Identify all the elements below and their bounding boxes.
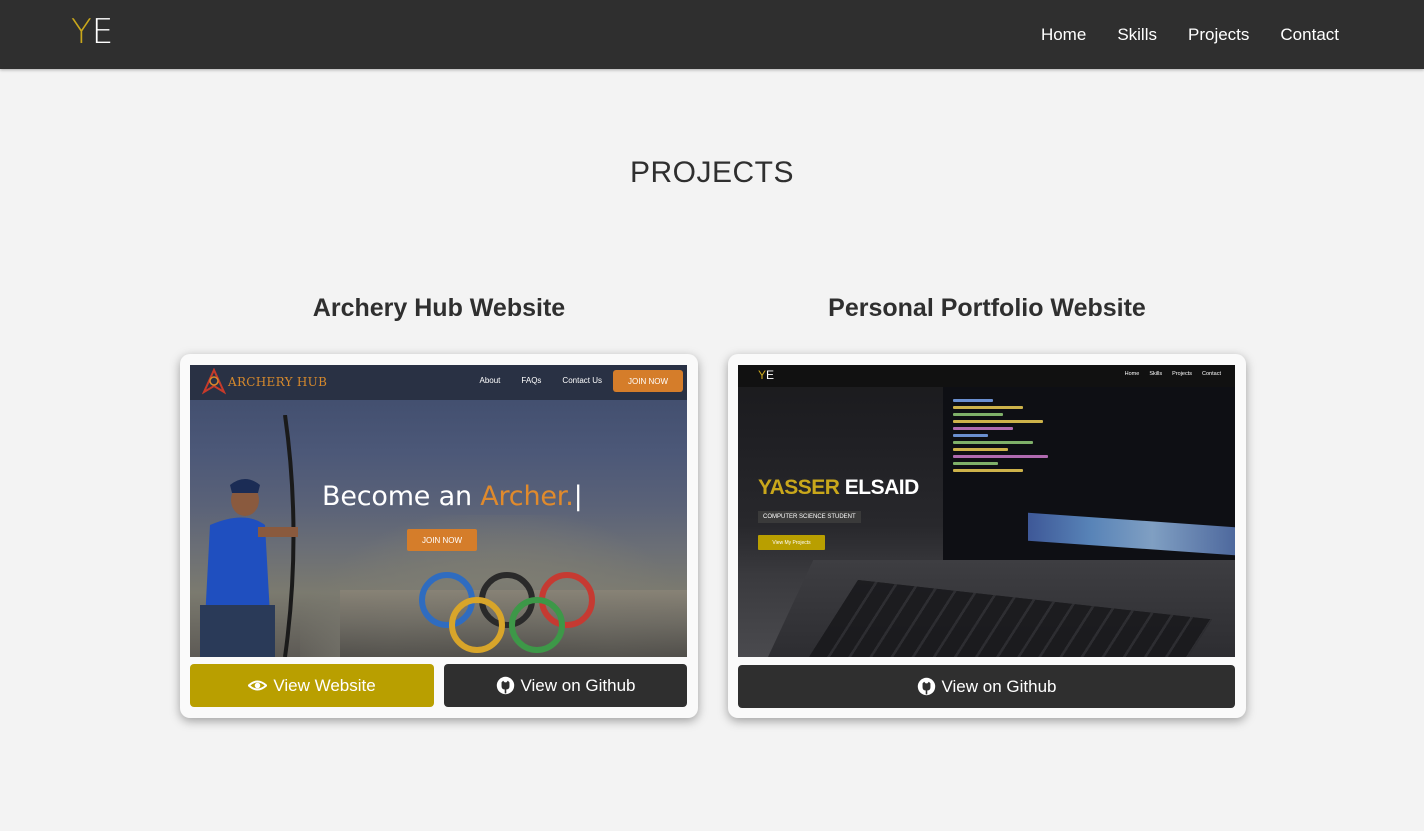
nav-projects[interactable]: Projects (1188, 25, 1249, 45)
archery-nav-faqs: FAQs (521, 376, 542, 385)
portfolio-github-button[interactable]: View on Github (738, 665, 1235, 708)
project-card-archery: ARCHERY HUB About FAQs Contact Us JOIN N… (180, 354, 698, 718)
archery-join-top: JOIN NOW (613, 370, 683, 392)
portfolio-preview-subtitle: COMPUTER SCIENCE STUDENT (758, 511, 861, 523)
project-card-portfolio: YE Home Skills Projects Contact YASSER E… (728, 354, 1246, 718)
archery-screenshot: ARCHERY HUB About FAQs Contact Us JOIN N… (190, 365, 687, 657)
nav-skills[interactable]: Skills (1117, 25, 1157, 45)
portfolio-screenshot: YE Home Skills Projects Contact YASSER E… (738, 365, 1235, 657)
portfolio-preview-name: YASSER ELSAID (758, 476, 919, 499)
portfolio-preview-nav-contact: Contact (1202, 371, 1221, 377)
portfolio-preview-nav-home: Home (1124, 371, 1140, 377)
project-title-archery: Archery Hub Website (312, 294, 566, 322)
archery-logo-icon (202, 368, 226, 395)
portfolio-github-label: View on Github (941, 676, 1057, 696)
portfolio-preview-navbar: YE Home Skills Projects Contact (738, 365, 1235, 387)
view-website-label: View Website (273, 675, 376, 695)
project-title-portfolio: Personal Portfolio Website (828, 294, 1146, 322)
section-title: PROJECTS (629, 156, 795, 189)
portfolio-preview-logo: YE (758, 368, 775, 382)
olympic-rings-image (419, 572, 595, 653)
archery-logo-text: ARCHERY HUB (228, 375, 328, 389)
archery-headline: Become an Archer.| (322, 481, 583, 512)
nav-contact[interactable]: Contact (1280, 25, 1339, 45)
nav-links: Home Skills Projects Contact (1041, 0, 1339, 69)
archery-join-mid: JOIN NOW (407, 529, 477, 551)
archery-nav-about: About (479, 376, 501, 385)
portfolio-preview-nav-projects: Projects (1172, 371, 1193, 377)
portfolio-preview-button: View My Projects (758, 535, 825, 550)
nav-home[interactable]: Home (1041, 25, 1086, 45)
github-icon (917, 677, 935, 696)
archery-github-button[interactable]: View on Github (444, 664, 687, 707)
logo[interactable]: YE (71, 14, 113, 50)
github-icon (496, 676, 514, 695)
view-website-button[interactable]: View Website (190, 664, 434, 707)
eye-icon (248, 680, 268, 691)
archery-navbar: ARCHERY HUB About FAQs Contact Us JOIN N… (190, 365, 687, 400)
archery-nav-contact: Contact Us (562, 376, 602, 385)
archery-github-label: View on Github (520, 675, 636, 695)
portfolio-preview-nav-skills: Skills (1149, 371, 1163, 377)
navbar: YE Home Skills Projects Contact (0, 0, 1424, 69)
archer-image (200, 415, 298, 657)
